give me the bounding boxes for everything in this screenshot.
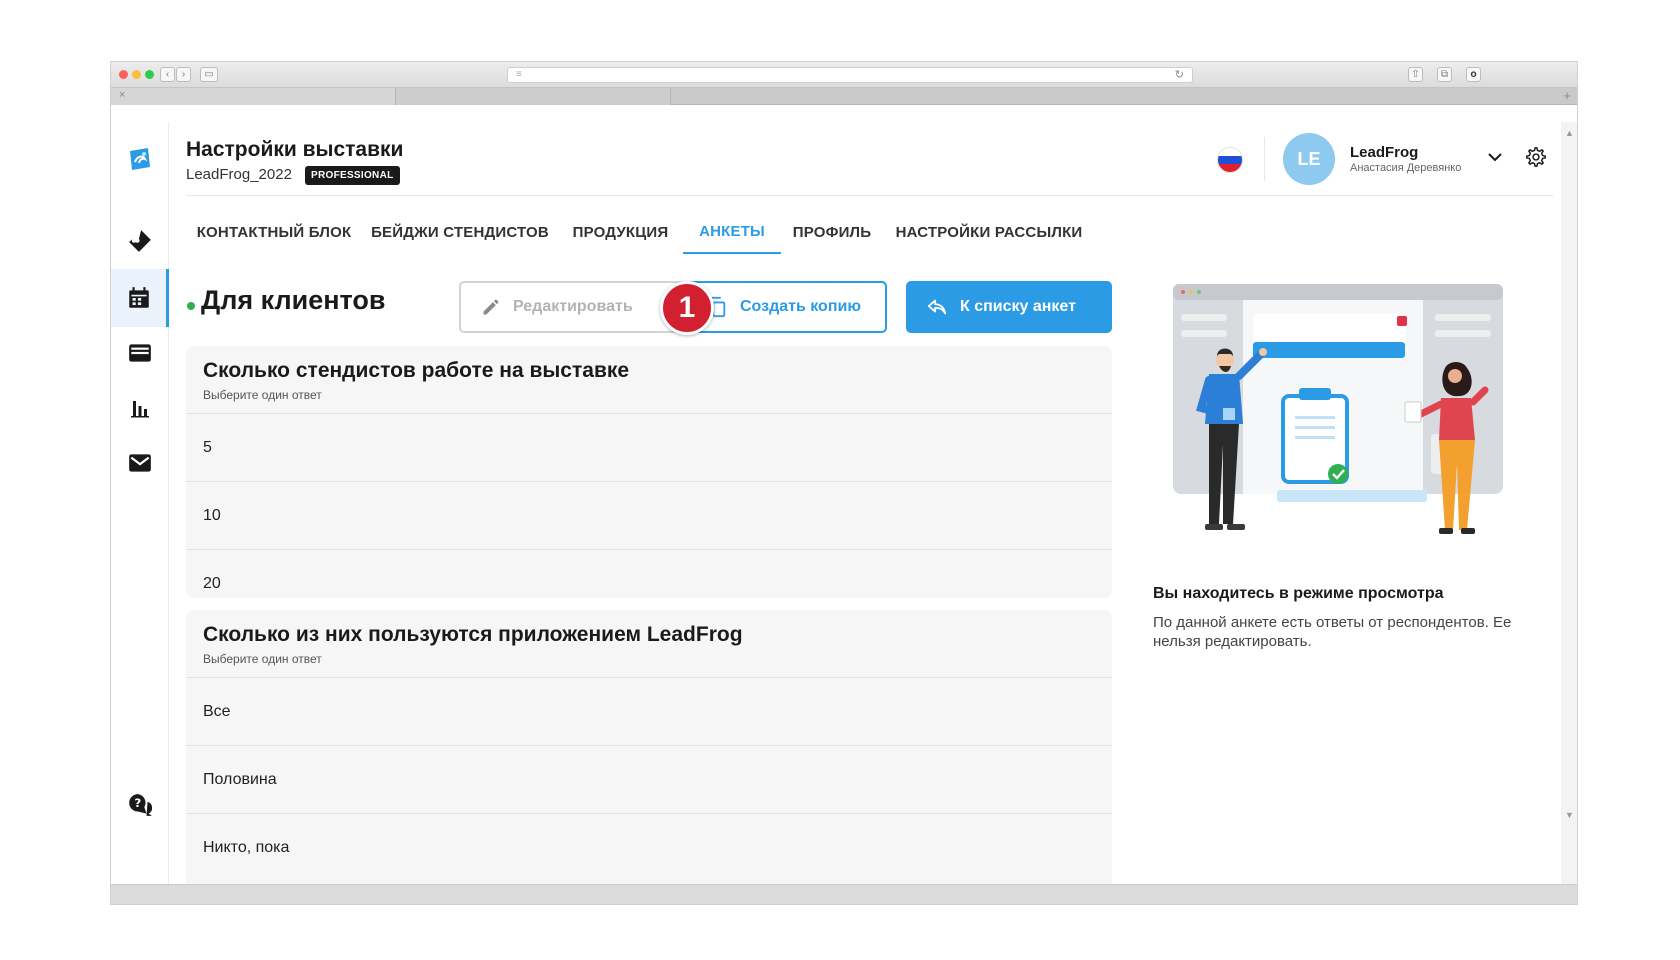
question-card: Сколько из них пользуются приложением Le… [186, 610, 1112, 884]
answer-option: 10 [186, 482, 1112, 550]
svg-text:?: ? [134, 796, 141, 810]
calendar-icon [128, 287, 149, 308]
sidebar-item-help[interactable]: ? [111, 776, 169, 834]
sidebar-item-events[interactable] [111, 212, 169, 270]
answer-option: Все [186, 678, 1112, 746]
browser-toolbar: ‹ › ▭ ≡ ↻ ⇧ ⧉ o [111, 62, 1577, 88]
pencil-icon [483, 299, 499, 315]
sidebar-item-stats[interactable] [111, 379, 169, 437]
question-header: Сколько из них пользуются приложением Le… [186, 610, 1112, 678]
gear-icon[interactable] [1525, 146, 1547, 173]
help-icon: ? [129, 794, 153, 816]
back-icon[interactable]: ‹ [160, 67, 175, 82]
user-fullname: Анастасия Деревянко [1350, 162, 1462, 174]
edit-button[interactable]: Редактировать [459, 281, 691, 333]
answer-option: 20 [203, 575, 221, 592]
sidebar-toggle-icon[interactable]: ▭ [200, 67, 218, 82]
share-icon[interactable]: ⇧ [1408, 67, 1423, 82]
browser-window: ‹ › ▭ ≡ ↻ ⇧ ⧉ o × + ? Настройки выставки… [111, 62, 1577, 904]
back-to-list-button[interactable]: К списку анкет [906, 281, 1112, 333]
inbox-icon [129, 344, 151, 362]
tab-profile[interactable]: ПРОФИЛЬ [781, 210, 883, 254]
sidebar-item-calendar[interactable] [111, 269, 169, 327]
mail-icon [129, 454, 151, 472]
view-mode-title: Вы находитесь в режиме просмотра [1153, 585, 1444, 602]
back-to-list-label: К списку анкет [960, 298, 1076, 315]
chart-icon [131, 401, 149, 418]
answer-option: 5 [186, 414, 1112, 482]
address-bar[interactable]: ≡ ↻ [507, 67, 1193, 83]
language-flag-icon[interactable] [1217, 147, 1243, 173]
create-copy-button[interactable]: Создать копию [686, 281, 887, 333]
logo[interactable] [111, 130, 169, 188]
browser-status-bar [111, 884, 1577, 904]
sidebar-item-inbox[interactable] [111, 324, 169, 382]
question-title: Сколько стендистов работе на выставке [203, 359, 630, 382]
reader-icon: ≡ [516, 69, 522, 80]
tab-contact-block[interactable]: КОНТАКТНЫЙ БЛОК [186, 210, 362, 254]
browser-tab-strip: × + [111, 88, 1577, 105]
avatar[interactable]: LE [1283, 133, 1335, 185]
ticket-icon [129, 230, 151, 252]
create-copy-label: Создать копию [740, 298, 861, 315]
browser-tab[interactable]: × [111, 88, 396, 105]
reload-icon[interactable]: ↻ [1175, 68, 1184, 81]
plan-badge: PROFESSIONAL [305, 166, 400, 185]
maximize-window-button[interactable] [145, 70, 154, 79]
app-root: ? Настройки выставки LeadFrog_2022 PROFE… [111, 122, 1561, 884]
view-mode-description: По данной анкете есть ответы от респонде… [1153, 614, 1512, 650]
tabs-overview-icon[interactable]: ⧉ [1437, 67, 1452, 82]
scrollbar[interactable] [1561, 122, 1577, 884]
close-window-button[interactable] [119, 70, 128, 79]
scroll-up-icon[interactable]: ▲ [1565, 128, 1574, 138]
extension-icon[interactable]: o [1466, 67, 1481, 82]
status-dot [187, 302, 195, 310]
survey-title: Для клиентов [201, 285, 386, 315]
tab-staff-badges[interactable]: БЕЙДЖИ СТЕНДИСТОВ [362, 210, 558, 254]
question-hint: Выберите один ответ [203, 652, 322, 666]
tab-products[interactable]: ПРОДУКЦИЯ [558, 210, 683, 254]
question-hint: Выберите один ответ [203, 388, 322, 402]
user-name: LeadFrog [1350, 144, 1419, 161]
edit-button-label: Редактировать [513, 298, 633, 315]
view-mode-illustration [1173, 284, 1503, 534]
new-tab-icon[interactable]: + [1563, 88, 1571, 103]
question-header: Сколько стендистов работе на выставке Вы… [186, 346, 1112, 414]
close-tab-icon[interactable]: × [119, 89, 125, 101]
header-divider [1264, 137, 1265, 181]
step-marker: 1 [660, 281, 714, 335]
tab-mailing-settings[interactable]: НАСТРОЙКИ РАССЫЛКИ [883, 210, 1095, 254]
browser-tab[interactable] [396, 88, 671, 105]
user-menu-chevron-down-icon[interactable] [1486, 148, 1504, 171]
sidebar-item-mail[interactable] [111, 434, 169, 492]
forward-icon[interactable]: › [176, 67, 191, 82]
question-card: Сколько стендистов работе на выставке Вы… [186, 346, 1112, 598]
tab-surveys[interactable]: АНКЕТЫ [683, 210, 781, 254]
reply-icon [927, 299, 947, 315]
answer-option: Половина [186, 746, 1112, 814]
logo-icon [130, 148, 150, 170]
page-title: Настройки выставки [186, 138, 404, 161]
header-divider [186, 195, 1553, 196]
scroll-down-icon[interactable]: ▼ [1565, 810, 1574, 820]
minimize-window-button[interactable] [132, 70, 141, 79]
answer-option: Никто, пока [203, 839, 290, 856]
sidebar: ? [111, 122, 169, 884]
question-title: Сколько из них пользуются приложением Le… [203, 623, 743, 646]
exhibition-name: LeadFrog_2022 [186, 166, 292, 183]
